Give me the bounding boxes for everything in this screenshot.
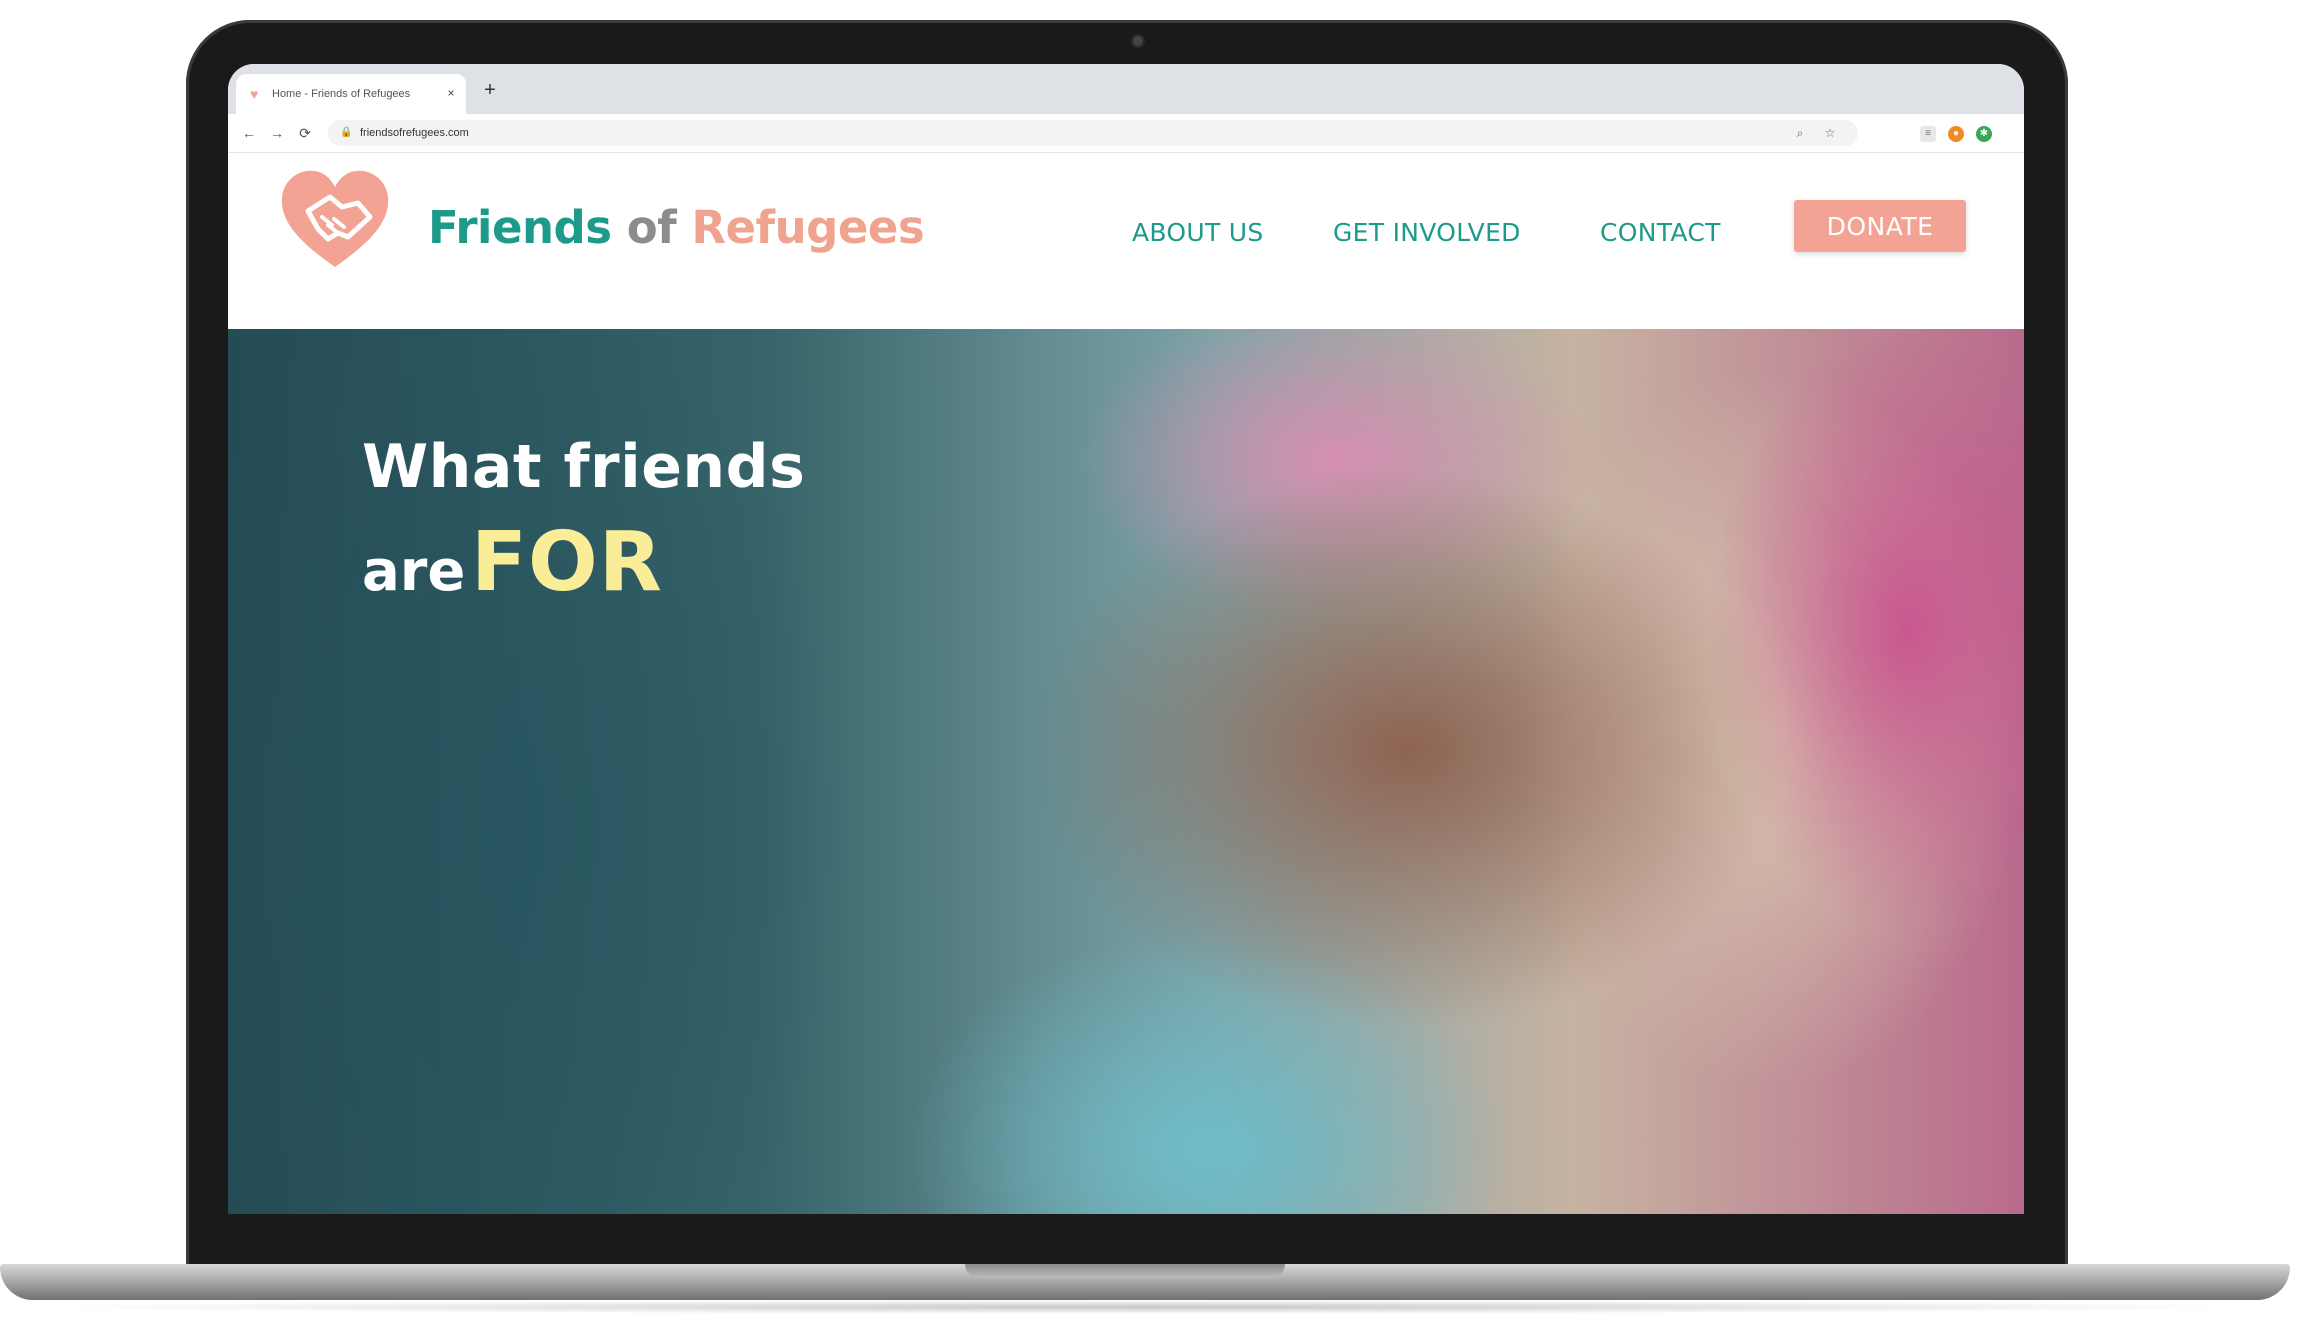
star-icon[interactable]: ☆ xyxy=(1822,125,1838,141)
nav-get-involved[interactable]: GET INVOLVED xyxy=(1333,213,1521,253)
laptop-shadow xyxy=(30,1300,2260,1314)
laptop-screen: ♥ Home - Friends of Refugees × + ← → ⟳ 🔒… xyxy=(228,64,2024,1214)
new-tab-button[interactable]: + xyxy=(478,78,502,102)
site-header: Friends of Refugees ABOUT US GET INVOLVE… xyxy=(228,153,2024,329)
hero-word-are: are xyxy=(362,539,466,604)
brand-word-friends: Friends xyxy=(428,201,612,254)
laptop-notch xyxy=(965,1264,1285,1278)
nav-about-us[interactable]: ABOUT US xyxy=(1132,213,1264,253)
back-icon[interactable]: ← xyxy=(238,122,260,144)
url-text[interactable]: friendsofrefugees.com xyxy=(360,125,760,141)
brand-wordmark[interactable]: Friends of Refugees xyxy=(428,193,948,263)
extension-icon[interactable]: ≡ xyxy=(1920,126,1936,142)
browser-toolbar: ← → ⟳ 🔒 friendsofrefugees.com ⌕ ☆ ≡ ● ✱ xyxy=(228,114,2024,153)
camera-icon xyxy=(1133,36,1143,46)
close-tab-icon[interactable]: × xyxy=(442,84,460,102)
tab-title: Home - Friends of Refugees xyxy=(272,88,411,100)
heart-favicon-icon: ♥ xyxy=(250,86,259,102)
brand-word-refugees: Refugees xyxy=(691,201,925,254)
brand-word-of: of xyxy=(626,201,677,254)
browser-tabstrip: ♥ Home - Friends of Refugees × + xyxy=(228,64,2024,114)
hero-headline-line1: What friends xyxy=(362,432,806,502)
hero-word-for: FOR xyxy=(470,515,663,610)
profile-avatar-icon[interactable]: ● xyxy=(1948,126,1964,142)
heart-handshake-icon[interactable] xyxy=(278,167,392,271)
reload-icon[interactable]: ⟳ xyxy=(294,122,316,144)
settings-gear-icon[interactable]: ✱ xyxy=(1976,126,1992,142)
address-bar[interactable]: 🔒 friendsofrefugees.com ⌕ ☆ xyxy=(328,120,1858,146)
lock-icon[interactable]: 🔒 xyxy=(340,125,352,141)
zoom-icon[interactable]: ⌕ xyxy=(1792,125,1808,141)
forward-icon[interactable]: → xyxy=(266,122,288,144)
nav-contact[interactable]: CONTACT xyxy=(1600,213,1721,253)
hero-headline-line2: are FOR xyxy=(362,513,1062,613)
browser-tab[interactable]: ♥ Home - Friends of Refugees × xyxy=(236,74,466,114)
donate-button[interactable]: DONATE xyxy=(1794,200,1966,252)
hero-banner: What friends are FOR xyxy=(228,329,2024,1214)
